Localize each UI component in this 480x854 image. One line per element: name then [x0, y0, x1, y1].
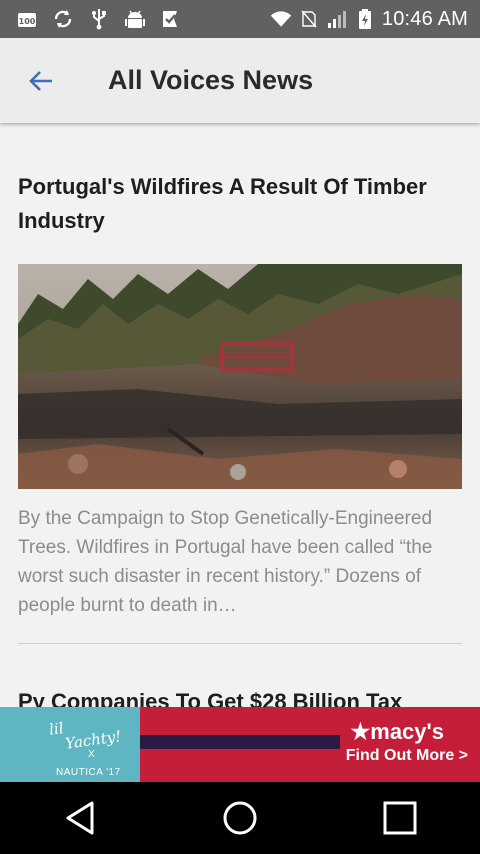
- next-article-title[interactable]: Py Companies To Get $28 Billion Tax: [18, 689, 462, 707]
- sync-icon: [52, 8, 74, 30]
- wifi-icon: [270, 8, 292, 30]
- article-description: By the Campaign to Stop Genetically-Engi…: [18, 508, 433, 616]
- ad-stripe: [140, 735, 340, 749]
- article-list[interactable]: Portugal's Wildfires A Result Of Timber …: [0, 123, 480, 707]
- article-card[interactable]: Portugal's Wildfires A Result Of Timber …: [18, 170, 462, 238]
- article-title[interactable]: Portugal's Wildfires A Result Of Timber …: [18, 170, 462, 238]
- back-button[interactable]: [17, 57, 65, 105]
- recents-square-icon: [383, 801, 417, 835]
- app-bar: All Voices News: [0, 38, 480, 123]
- svg-text:100: 100: [19, 17, 36, 26]
- no-sim-icon: [298, 8, 320, 30]
- usb-icon: [88, 8, 110, 30]
- status-left-icons: 100: [0, 8, 182, 30]
- status-time: 10:46 AM: [381, 7, 468, 30]
- ad-collab-label: NAUTICA '17: [56, 767, 121, 778]
- back-triangle-icon: [66, 801, 94, 835]
- nav-back-button[interactable]: [50, 788, 110, 848]
- navigation-bar: [0, 782, 480, 854]
- divider: [18, 643, 462, 644]
- battery-charging-icon: [354, 8, 376, 30]
- signal-icon: [326, 8, 348, 30]
- check-flag-icon: [160, 8, 182, 30]
- status-right-icons: 10:46 AM: [270, 8, 480, 31]
- ad-find-out-more[interactable]: Find Out More >: [346, 747, 468, 765]
- ad-banner[interactable]: lil Yachty! X NAUTICA '17 ★macy's Find O…: [0, 707, 480, 782]
- app-title: All Voices News: [108, 65, 314, 95]
- ad-x-mark: X: [88, 749, 95, 760]
- ad-brand-logo: ★macy's: [350, 719, 444, 744]
- nav-recents-button[interactable]: [370, 788, 430, 848]
- status-bar: 100 10:46 AM: [0, 0, 480, 38]
- hundred-icon: 100: [16, 8, 38, 30]
- home-circle-icon: [223, 801, 257, 835]
- nav-home-button[interactable]: [210, 788, 270, 848]
- android-debug-icon: [124, 8, 146, 30]
- article-image[interactable]: [18, 264, 462, 489]
- arrow-back-icon: [29, 70, 52, 91]
